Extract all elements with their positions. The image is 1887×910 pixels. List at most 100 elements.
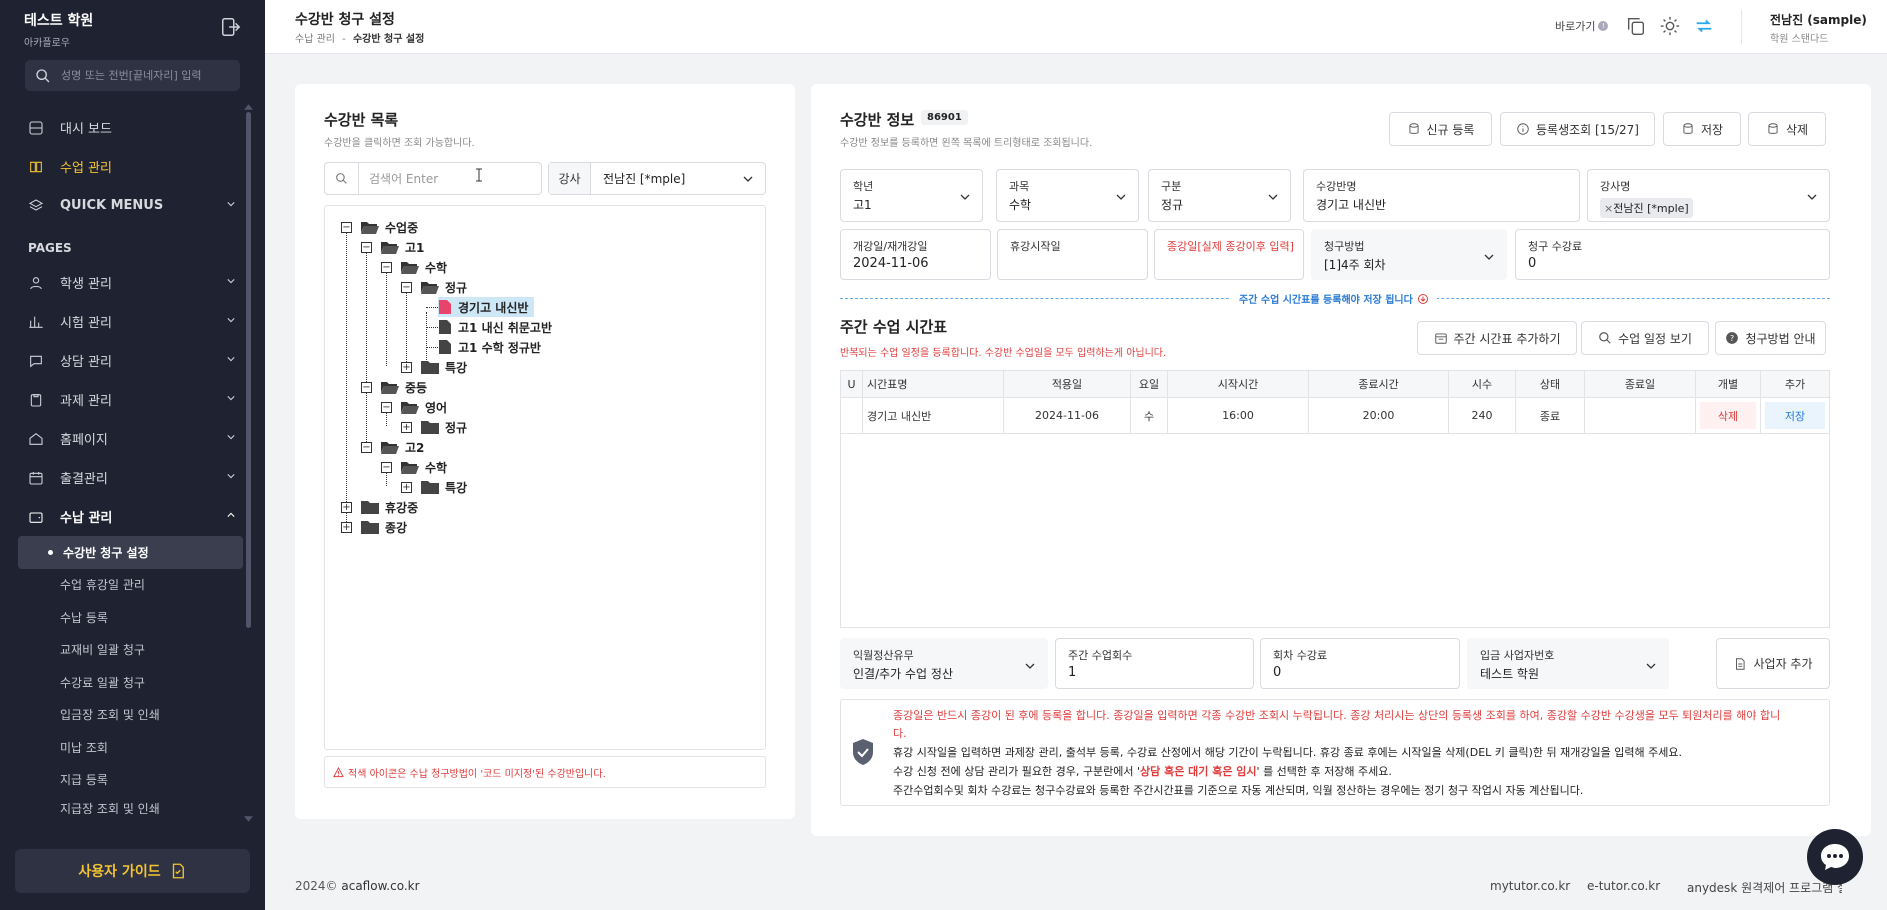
teacher-chip[interactable]: ×전남진 [*mple] <box>1600 198 1693 218</box>
sidebar-scrollbar[interactable] <box>246 112 251 628</box>
breadcrumb-parent[interactable]: 수납 관리 <box>295 34 335 45</box>
weekly-count-input[interactable]: 주간 수업회수 1 <box>1055 638 1254 689</box>
row-delete-button[interactable]: 삭제 <box>1700 402 1756 429</box>
user-name[interactable]: 전남진 (sample) <box>1770 11 1867 28</box>
new-register-button[interactable]: 신규 등록 <box>1389 112 1492 146</box>
sidebar-sub-payout-print[interactable]: 지급장 조회 및 인쇄 <box>18 796 243 814</box>
sidebar-sub-unpaid[interactable]: 미납 조회 <box>18 731 243 764</box>
business-number-select[interactable]: 입금 사업자번호 테스트 학원 <box>1467 638 1669 689</box>
delete-button[interactable]: 삭제 <box>1748 112 1826 146</box>
cell-end[interactable]: 20:00 <box>1309 398 1449 433</box>
sidebar-sub-payment-register[interactable]: 수납 등록 <box>18 601 243 634</box>
chat-button[interactable] <box>1807 829 1863 885</box>
sidebar-item-assignments[interactable]: 과제 관리 <box>18 380 243 419</box>
scroll-down-icon[interactable] <box>244 816 253 822</box>
tree-toggle-collapse[interactable]: − <box>341 222 352 233</box>
subject-select[interactable]: 과목 수학 <box>996 169 1139 222</box>
copy-icon[interactable] <box>1625 15 1647 37</box>
logout-icon[interactable] <box>220 16 242 38</box>
tree-toggle-collapse[interactable]: − <box>381 262 392 273</box>
shortcut-link[interactable]: 바로가기 ! <box>1555 18 1609 34</box>
cell-status[interactable]: 종료 <box>1516 398 1585 433</box>
cell-start[interactable]: 16:00 <box>1168 398 1309 433</box>
sidebar-sub-tuition-billing[interactable]: 수강료 일괄 청구 <box>18 666 243 699</box>
billing-method-select[interactable]: 청구방법 [1]4주 회차 <box>1311 229 1507 280</box>
settlement-select[interactable]: 익월정산유무 인결/추가 수업 정산 <box>840 638 1048 689</box>
footer-link-mytutor[interactable]: mytutor.co.kr <box>1490 879 1570 893</box>
tree-toggle-expand[interactable]: + <box>401 362 412 373</box>
sidebar-item-homepage[interactable]: 홈페이지 <box>18 419 243 458</box>
tree-node-regular[interactable]: 정규 <box>421 277 467 297</box>
tree-toggle-expand[interactable]: + <box>401 422 412 433</box>
tree-search[interactable] <box>324 162 542 195</box>
row-save-button[interactable]: 저장 <box>1765 402 1825 429</box>
billing-guide-button[interactable]: ? 청구방법 안내 <box>1715 321 1826 355</box>
sidebar-item-dashboard[interactable]: 대시 보드 <box>18 108 243 147</box>
add-schedule-button[interactable]: 주간 시간표 추가하기 <box>1417 321 1577 355</box>
start-date-input[interactable]: 개강일/재개강일 2024-11-06 <box>840 229 991 280</box>
sidebar-sub-payout-register[interactable]: 지급 등록 <box>18 764 243 797</box>
table-row[interactable]: 경기고 내신반 2024-11-06 수 16:00 20:00 240 종료 … <box>841 398 1829 434</box>
tree-node-regular[interactable]: 정규 <box>421 417 467 437</box>
cell-date[interactable]: 2024-11-06 <box>1004 398 1131 433</box>
tree-toggle-expand[interactable]: + <box>341 502 352 513</box>
sidebar-item-attendance[interactable]: 출결관리 <box>18 458 243 497</box>
cell-end-date[interactable] <box>1585 398 1696 433</box>
tree-node-math[interactable]: 수학 <box>401 457 447 477</box>
sidebar-item-students[interactable]: 학생 관리 <box>18 263 243 302</box>
sidebar-item-exams[interactable]: 시험 관리 <box>18 302 243 341</box>
grade-select[interactable]: 학년 고1 <box>840 169 983 222</box>
add-business-button[interactable]: 사업자 추가 <box>1716 638 1830 689</box>
tree-toggle-collapse[interactable]: − <box>361 442 372 453</box>
tree-leaf[interactable]: 고1 내신 취문고반 <box>438 317 552 337</box>
tree-node-middle[interactable]: 중등 <box>381 377 427 397</box>
billing-fee-input[interactable]: 청구 수강료 0 <box>1515 229 1830 280</box>
tree-node-on-break[interactable]: 휴강중 <box>361 497 418 517</box>
teacher-select[interactable]: 강사 전남진 [*mple] <box>548 162 766 195</box>
cell-day[interactable]: 수 <box>1131 398 1168 433</box>
cell-name[interactable]: 경기고 내신반 <box>863 398 1004 433</box>
tree-node-english[interactable]: 영어 <box>401 397 447 417</box>
sidebar-sub-class-billing[interactable]: 수강반 청구 설정 <box>18 536 243 569</box>
tree-toggle-expand[interactable]: + <box>401 482 412 493</box>
sidebar-item-payments[interactable]: 수납 관리 <box>18 497 243 536</box>
chip-remove-icon[interactable]: × <box>1604 202 1613 215</box>
user-guide-button[interactable]: 사용자 가이드 <box>15 849 250 893</box>
per-session-fee-input[interactable]: 회차 수강료 0 <box>1260 638 1460 689</box>
tree-search-input[interactable] <box>369 171 519 186</box>
tree-toggle-collapse[interactable]: − <box>361 242 372 253</box>
tree-node-ended[interactable]: 종강 <box>361 517 407 537</box>
tree-node-active[interactable]: 수업중 <box>361 217 418 237</box>
tree-toggle-collapse[interactable]: − <box>381 462 392 473</box>
view-schedule-button[interactable]: 수업 일정 보기 <box>1581 321 1709 355</box>
class-name-input[interactable]: 수강반명 경기고 내신반 <box>1303 169 1580 222</box>
tree-node-grade-2[interactable]: 고2 <box>381 437 424 457</box>
sidebar-item-class-management[interactable]: 수업 관리 <box>18 147 243 186</box>
sidebar-item-quick-menus[interactable]: QUICK MENUS <box>18 186 243 225</box>
brand[interactable]: 테스트 학원 아카플로우 <box>24 10 93 49</box>
tree-node-special[interactable]: 특강 <box>421 477 467 497</box>
sidebar-sub-deposit-print[interactable]: 입금장 조회 및 인쇄 <box>18 699 243 732</box>
sidebar-sub-holidays[interactable]: 수업 휴강일 관리 <box>18 569 243 602</box>
tree-node-special[interactable]: 특강 <box>421 357 467 377</box>
refresh-icon[interactable] <box>1693 15 1715 37</box>
footer-link-etutor[interactable]: e-tutor.co.kr <box>1587 879 1660 893</box>
sun-icon[interactable] <box>1659 15 1681 37</box>
cell-hours[interactable]: 240 <box>1449 398 1516 433</box>
scroll-up-icon[interactable] <box>244 104 253 110</box>
footer-link-anydesk[interactable]: anydesk 원격제어 프로그램 설치 <box>1687 879 1842 896</box>
break-start-input[interactable]: 휴강시작일 <box>997 229 1148 280</box>
tree-node-grade-1[interactable]: 고1 <box>381 237 424 257</box>
member-search-input[interactable] <box>61 69 231 82</box>
tree-leaf-selected[interactable]: 경기고 내신반 <box>438 297 535 317</box>
tree-toggle-collapse[interactable]: − <box>401 282 412 293</box>
end-date-input[interactable]: 종강일[실제 종강이후 입력] <box>1154 229 1304 280</box>
sidebar-sub-textbook-billing[interactable]: 교재비 일괄 청구 <box>18 634 243 667</box>
type-select[interactable]: 구분 정규 <box>1148 169 1291 222</box>
tree-toggle-expand[interactable]: + <box>341 522 352 533</box>
teacher-multiselect[interactable]: 강사명 ×전남진 [*mple] <box>1587 169 1830 222</box>
footer-site[interactable]: acaflow.co.kr <box>341 879 419 893</box>
member-search[interactable] <box>25 60 240 91</box>
tree-node-math[interactable]: 수학 <box>401 257 447 277</box>
sidebar-item-counseling[interactable]: 상담 관리 <box>18 341 243 380</box>
